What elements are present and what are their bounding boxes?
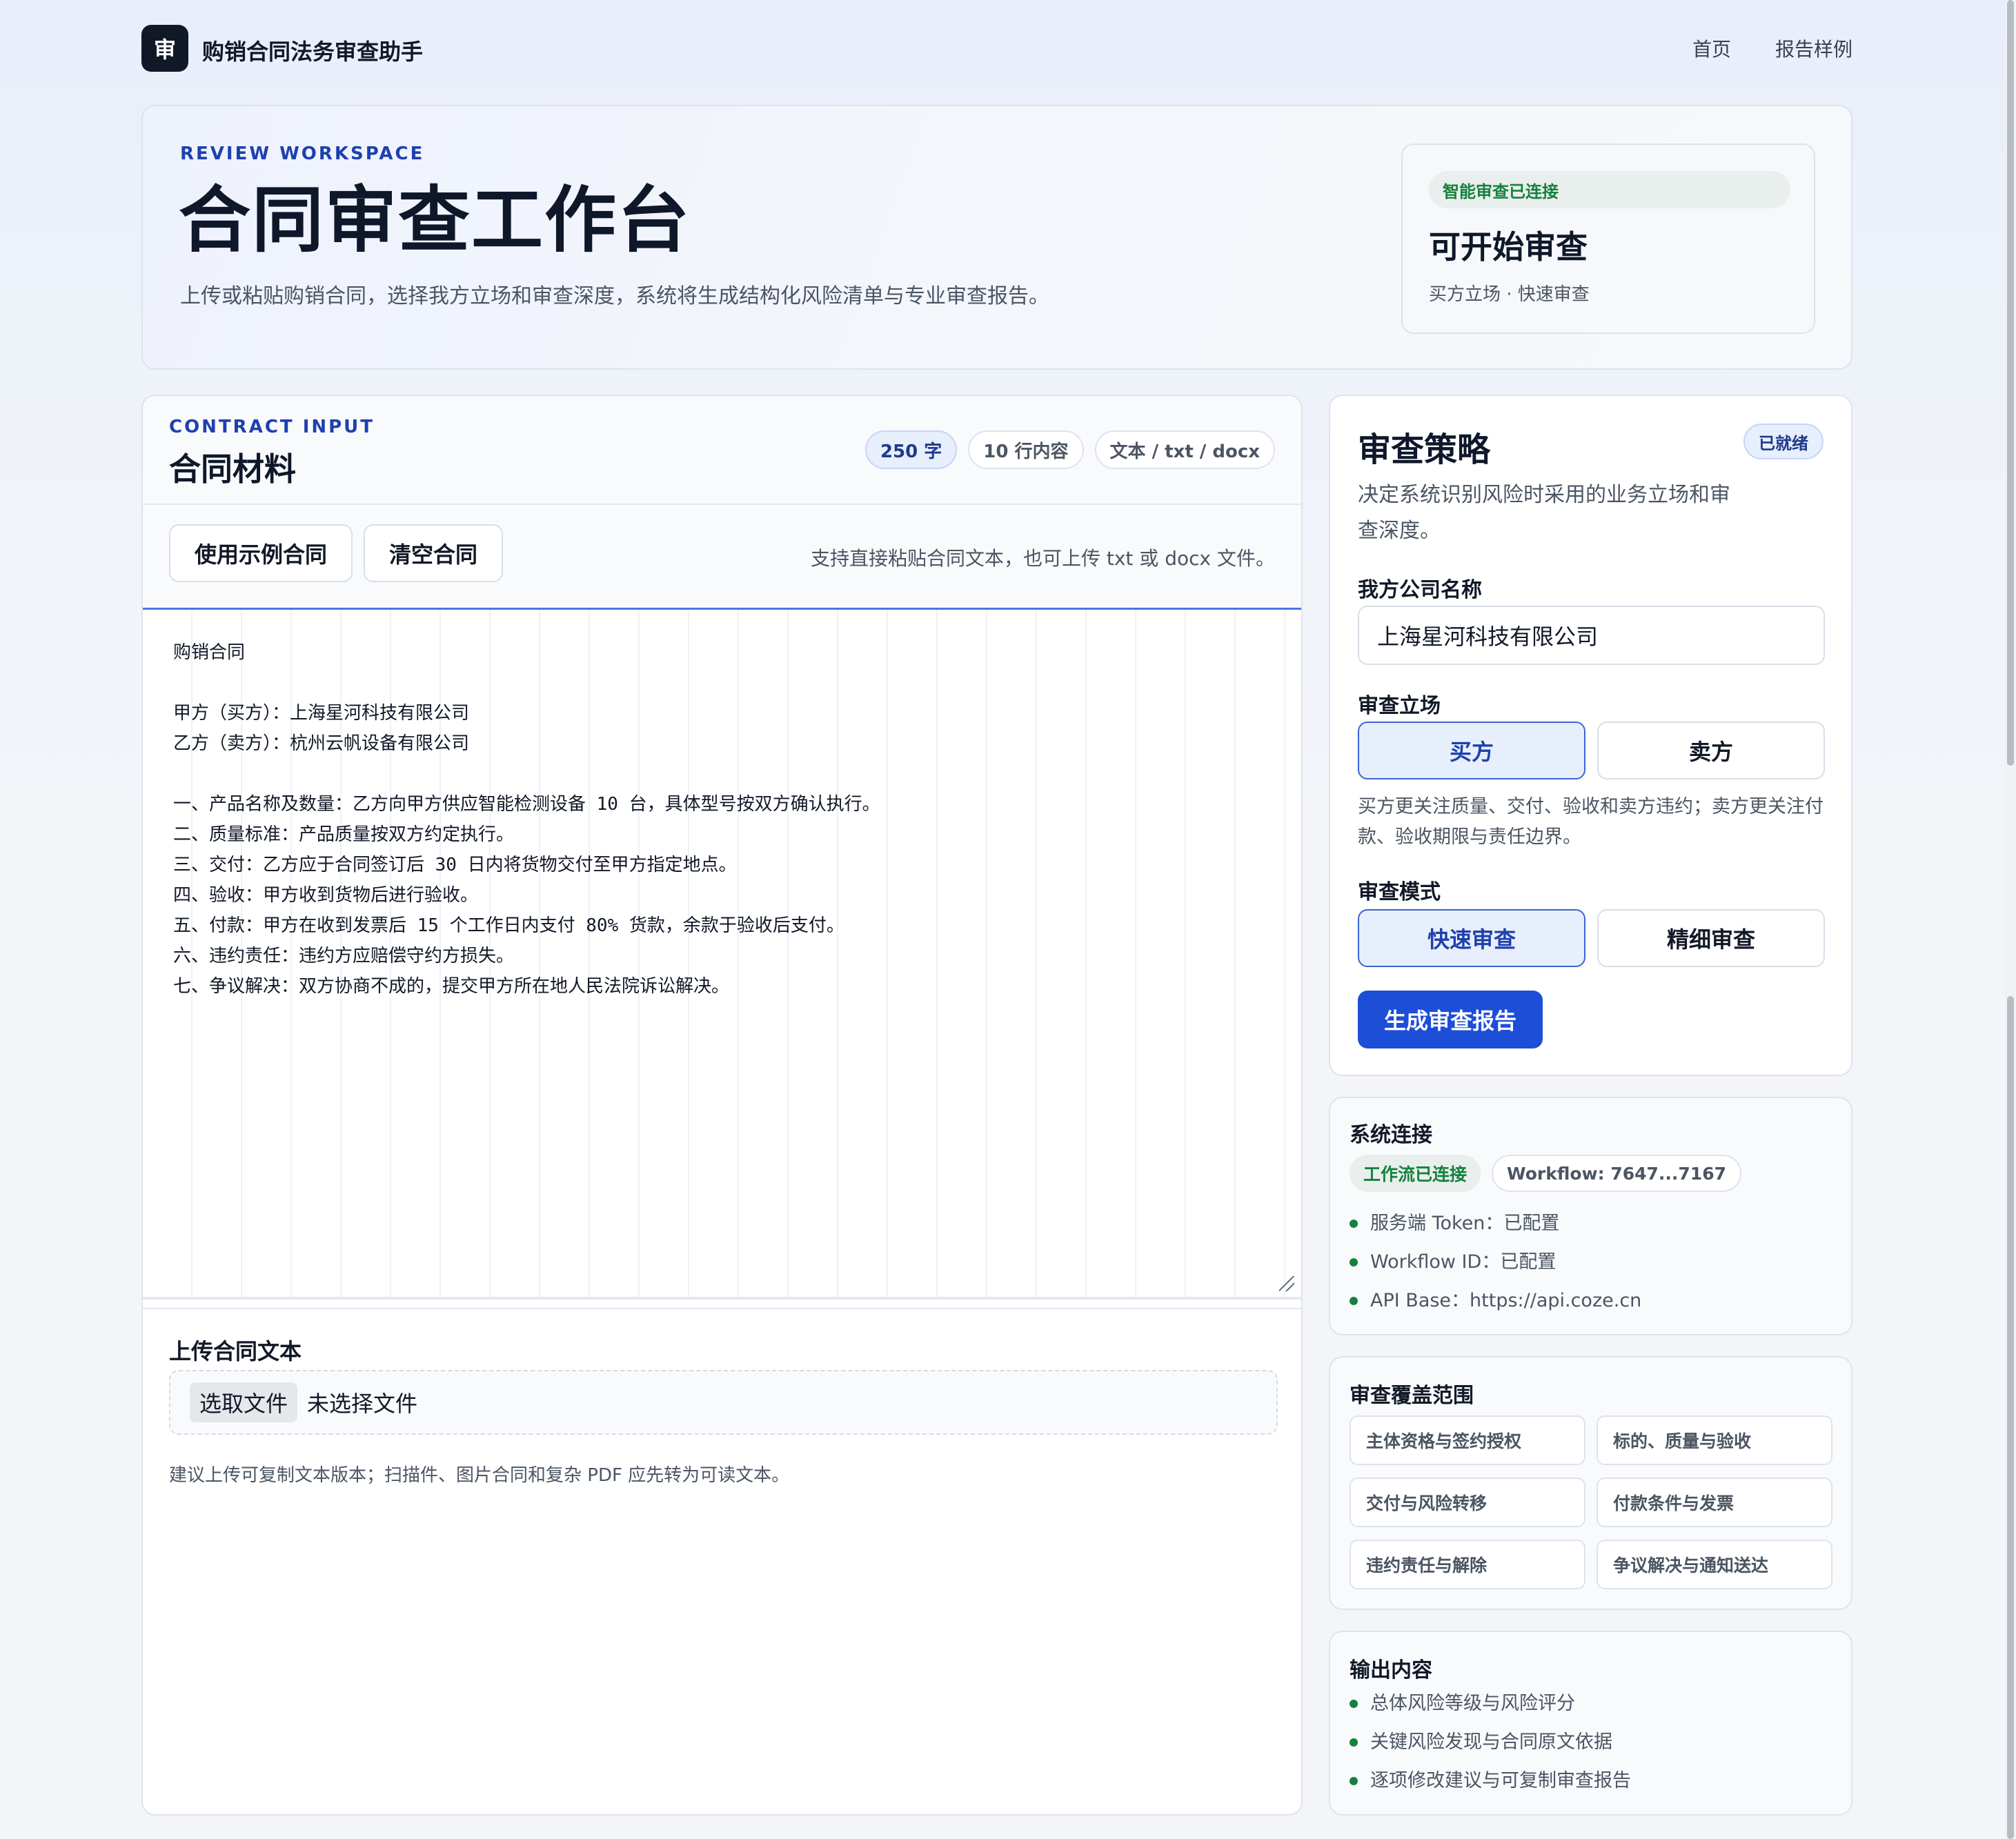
nav-sample-report-link[interactable]: 报告样例: [1775, 34, 1852, 62]
line-count-chip: 10 行内容: [968, 430, 1084, 469]
file-input[interactable]: 选取文件 未选择文件: [169, 1370, 1278, 1435]
status-dot-icon: [1350, 1297, 1358, 1305]
system-connection-title: 系统连接: [1350, 1123, 1432, 1147]
coverage-item: 交付与风险转移: [1350, 1478, 1585, 1527]
hero-section: REVIEW WORKSPACE 合同审查工作台 上传或粘贴购销合同，选择我方立…: [141, 105, 1852, 370]
coverage-grid: 主体资格与签约授权 标的、质量与验收 交付与风险转移 付款条件与发票 违约责任与…: [1350, 1415, 1832, 1589]
status-summary: 买方立场 · 快速审查: [1429, 284, 1590, 305]
position-hint: 买方更关注质量、交付、验收和卖方违约；卖方更关注付款、验收期限与责任边界。: [1358, 796, 1824, 848]
output-panel: 输出内容 总体风险等级与风险评分 关键风险发现与合同原文依据 逐项修改建议与可复…: [1329, 1631, 1852, 1816]
scrollbar-thumb-lower[interactable]: [2007, 996, 2014, 1839]
status-title: 可开始审查: [1429, 228, 1588, 266]
input-toolbar: 使用示例合同 清空合同 支持直接粘贴合同文本，也可上传 txt 或 docx 文…: [143, 505, 1301, 610]
upload-section: 上传合同文本 选取文件 未选择文件 建议上传可复制文本版本；扫描件、图片合同和复…: [143, 1308, 1301, 1541]
status-dot-icon: [1350, 1220, 1358, 1228]
input-hint: 支持直接粘贴合同文本，也可上传 txt 或 docx 文件。: [810, 547, 1275, 570]
resize-handle-icon[interactable]: [1279, 1276, 1294, 1291]
file-status: 未选择文件: [307, 1391, 418, 1417]
coverage-item: 主体资格与签约授权: [1350, 1415, 1585, 1465]
output-item: 关键风险发现与合同原文依据: [1370, 1731, 1612, 1753]
bullet-dot-icon: [1350, 1700, 1358, 1708]
input-panel-header: CONTRACT INPUT 合同材料 250 字 10 行内容 文本 / tx…: [143, 396, 1301, 505]
position-buyer-option[interactable]: 买方: [1358, 722, 1585, 779]
status-card: 智能审查已连接 可开始审查 买方立场 · 快速审查: [1401, 143, 1815, 334]
token-status: 服务端 Token：已配置: [1370, 1213, 1560, 1234]
workflow-connected-badge: 工作流已连接: [1350, 1155, 1481, 1192]
output-item: 总体风险等级与风险评分: [1370, 1693, 1575, 1714]
mode-detailed-option[interactable]: 精细审查: [1597, 909, 1825, 967]
system-connection-panel: 系统连接 工作流已连接 Workflow: 7647...7167 服务端 To…: [1329, 1097, 1852, 1335]
coverage-item: 违约责任与解除: [1350, 1540, 1585, 1589]
bullet-dot-icon: [1350, 1777, 1358, 1785]
position-label: 审查立场: [1358, 694, 1441, 718]
nav-home-link[interactable]: 首页: [1692, 34, 1731, 62]
ready-status-badge: 已就绪: [1743, 424, 1824, 459]
app-logo[interactable]: 审: [141, 25, 188, 72]
scrollbar-thumb[interactable]: [2007, 0, 2014, 766]
strategy-panel: 审查策略 已就绪 决定系统识别风险时采用的业务立场和审查深度。 我方公司名称 审…: [1329, 395, 1852, 1076]
hero-eyebrow: REVIEW WORKSPACE: [180, 143, 425, 164]
top-bar: 审 购销合同法务审查助手 首页 报告样例: [141, 25, 1852, 73]
company-name-label: 我方公司名称: [1358, 578, 1482, 602]
app-title[interactable]: 购销合同法务审查助手: [202, 34, 423, 66]
input-eyebrow: CONTRACT INPUT: [169, 417, 375, 437]
input-panel-title: 合同材料: [169, 450, 296, 488]
list-item: 逐项修改建议与可复制审查报告: [1350, 1762, 1631, 1800]
output-list: 总体风险等级与风险评分 关键风险发现与合同原文依据 逐项修改建议与可复制审查报告: [1350, 1684, 1631, 1800]
coverage-panel: 审查覆盖范围 主体资格与签约授权 标的、质量与验收 交付与风险转移 付款条件与发…: [1329, 1356, 1852, 1610]
hero-subtitle: 上传或粘贴购销合同，选择我方立场和审查深度，系统将生成结构化风险清单与专业审查报…: [180, 284, 1049, 308]
strategy-title: 审查策略: [1358, 430, 1491, 469]
coverage-item: 争议解决与通知送达: [1597, 1540, 1832, 1589]
contract-textarea[interactable]: 购销合同 甲方（买方）：上海星河科技有限公司 乙方（卖方）：杭州云帆设备有限公司…: [143, 610, 1301, 1300]
list-item: 总体风险等级与风险评分: [1350, 1684, 1631, 1723]
char-count-chip: 250 字: [864, 430, 958, 469]
top-nav: 首页 报告样例: [1692, 34, 1852, 62]
format-chip: 文本 / txt / docx: [1094, 430, 1275, 469]
list-item: Workflow ID：已配置: [1350, 1243, 1641, 1282]
coverage-item: 付款条件与发票: [1597, 1478, 1832, 1527]
workflow-id-badge: Workflow: 7647...7167: [1492, 1155, 1741, 1192]
status-dot-icon: [1350, 1258, 1358, 1266]
choose-file-button[interactable]: 选取文件: [190, 1382, 298, 1422]
coverage-title: 审查覆盖范围: [1350, 1384, 1474, 1408]
page-title: 合同审查工作台: [179, 178, 691, 262]
strategy-description: 决定系统识别风险时采用的业务立场和审查深度。: [1358, 483, 1730, 543]
clear-contract-button[interactable]: 清空合同: [364, 524, 503, 582]
list-item: API Base：https://api.coze.cn: [1350, 1282, 1641, 1320]
generate-report-button[interactable]: 生成审查报告: [1358, 991, 1543, 1048]
bullet-dot-icon: [1350, 1738, 1358, 1747]
coverage-item: 标的、质量与验收: [1597, 1415, 1832, 1465]
output-item: 逐项修改建议与可复制审查报告: [1370, 1770, 1631, 1791]
contract-stats: 250 字 10 行内容 文本 / txt / docx: [864, 430, 1275, 469]
connection-status-badge: 智能审查已连接: [1429, 171, 1790, 208]
list-item: 关键风险发现与合同原文依据: [1350, 1723, 1631, 1762]
list-item: 服务端 Token：已配置: [1350, 1204, 1641, 1243]
api-base-status: API Base：https://api.coze.cn: [1370, 1290, 1642, 1311]
system-status-list: 服务端 Token：已配置 Workflow ID：已配置 API Base：h…: [1350, 1204, 1641, 1320]
upload-label: 上传合同文本: [169, 1338, 302, 1364]
company-name-input[interactable]: [1358, 606, 1825, 665]
use-example-button[interactable]: 使用示例合同: [169, 524, 353, 582]
page-scrollbar[interactable]: [2005, 0, 2016, 1839]
contract-text: 购销合同 甲方（买方）：上海星河科技有限公司 乙方（卖方）：杭州云帆设备有限公司…: [173, 642, 880, 997]
position-seller-option[interactable]: 卖方: [1597, 722, 1825, 779]
mode-quick-option[interactable]: 快速审查: [1358, 909, 1585, 967]
workflow-status: Workflow ID：已配置: [1370, 1251, 1557, 1273]
system-chips: 工作流已连接 Workflow: 7647...7167: [1350, 1155, 1741, 1192]
mode-label: 审查模式: [1358, 880, 1441, 904]
output-title: 输出内容: [1350, 1658, 1432, 1682]
upload-hint: 建议上传可复制文本版本；扫描件、图片合同和复杂 PDF 应先转为可读文本。: [169, 1465, 790, 1486]
contract-input-panel: CONTRACT INPUT 合同材料 250 字 10 行内容 文本 / tx…: [141, 395, 1303, 1816]
